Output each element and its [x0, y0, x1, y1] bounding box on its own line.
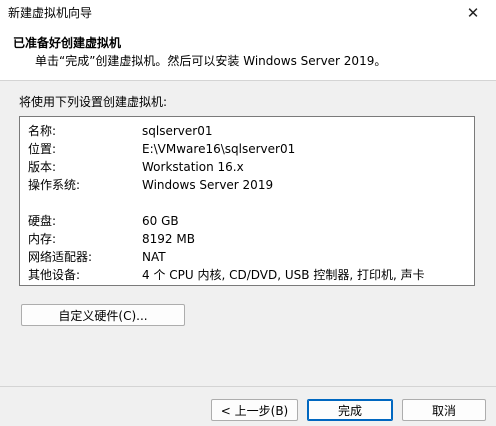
close-icon: ✕: [466, 4, 480, 22]
cancel-button[interactable]: 取消: [402, 399, 486, 421]
setting-row-other-devices: 其他设备: 4 个 CPU 内核, CD/DVD, USB 控制器, 打印机, 声…: [28, 267, 425, 284]
settings-prompt: 将使用下列设置创建虚拟机:: [19, 95, 168, 109]
setting-key: 网络适配器:: [28, 250, 93, 264]
setting-value: E:\VMware16\sqlserver01: [142, 142, 296, 156]
window-title: 新建虚拟机向导: [8, 6, 93, 20]
setting-row-disk: 硬盘: 60 GB: [28, 213, 179, 230]
setting-key: 其他设备:: [28, 268, 81, 282]
setting-key: 操作系统:: [28, 178, 81, 192]
customize-hardware-button[interactable]: 自定义硬件(C)...: [21, 304, 185, 326]
setting-value: NAT: [142, 250, 166, 264]
setting-value: Windows Server 2019: [142, 178, 274, 192]
wizard-header: 已准备好创建虚拟机 单击“完成”创建虚拟机。然后可以安装 Windows Ser…: [0, 26, 496, 81]
settings-summary-box: 名称: sqlserver01 位置: E:\VMware16\sqlserver0…: [19, 116, 475, 286]
setting-row-location: 位置: E:\VMware16\sqlserver01: [28, 141, 295, 158]
finish-button[interactable]: 完成: [307, 399, 393, 421]
setting-value: 4 个 CPU 内核, CD/DVD, USB 控制器, 打印机, 声卡: [142, 268, 425, 282]
back-button[interactable]: < 上一步(B): [211, 399, 298, 421]
footer-separator: [0, 386, 496, 387]
setting-row-network: 网络适配器: NAT: [28, 249, 166, 266]
setting-key: 名称:: [28, 124, 57, 138]
setting-value: 60 GB: [142, 214, 179, 228]
setting-row-name: 名称: sqlserver01: [28, 123, 212, 140]
setting-row-os: 操作系统: Windows Server 2019: [28, 177, 273, 194]
setting-key: 位置:: [28, 142, 57, 156]
setting-key: 版本:: [28, 160, 57, 174]
close-button[interactable]: ✕: [450, 0, 496, 26]
header-subtitle: 单击“完成”创建虚拟机。然后可以安装 Windows Server 2019。: [35, 54, 387, 68]
setting-row-memory: 内存: 8192 MB: [28, 231, 195, 248]
setting-key: 硬盘:: [28, 214, 57, 228]
setting-key: 内存:: [28, 232, 57, 246]
setting-value: Workstation 16.x: [142, 160, 244, 174]
setting-row-version: 版本: Workstation 16.x: [28, 159, 244, 176]
setting-value: sqlserver01: [142, 124, 213, 138]
title-bar: 新建虚拟机向导 ✕: [0, 0, 496, 26]
header-title: 已准备好创建虚拟机: [13, 36, 122, 50]
setting-value: 8192 MB: [142, 232, 195, 246]
